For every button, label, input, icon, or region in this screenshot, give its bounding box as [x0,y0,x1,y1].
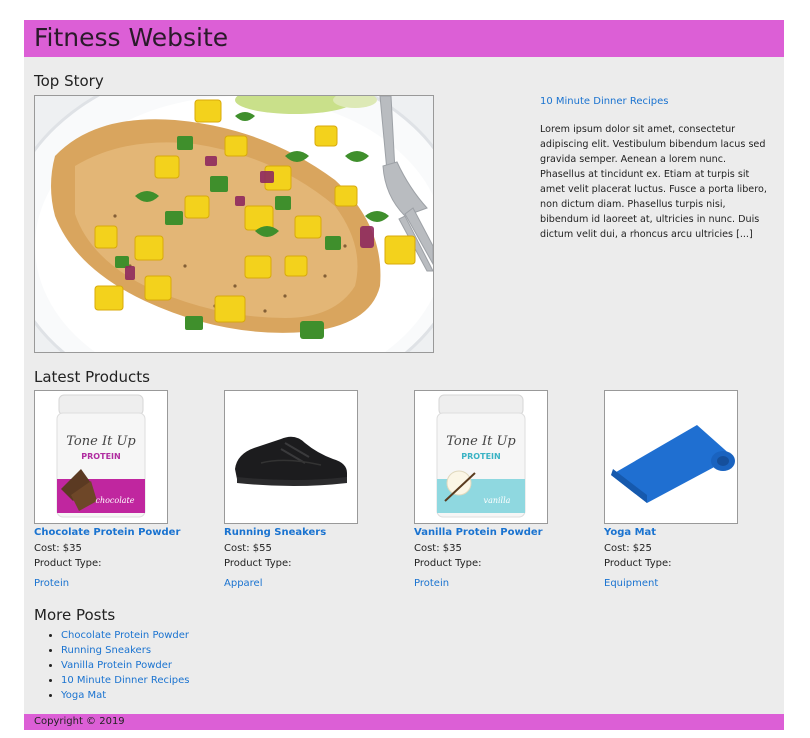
product-card: Tone It Up PROTEIN chocolate Chocolate P… [34,390,214,591]
post-link[interactable]: 10 Minute Dinner Recipes [61,675,189,686]
product-cost: Cost: $35 [414,543,462,554]
list-item: Chocolate Protein Powder [61,628,189,643]
product-name[interactable]: Chocolate Protein Powder [34,525,214,541]
product-cost: Cost: $25 [604,543,652,554]
chicken-salsa-plate-image [35,96,433,352]
product-cost: Cost: $55 [224,543,272,554]
svg-text:PROTEIN: PROTEIN [461,452,500,461]
copyright-text: Copyright © 2019 [34,716,125,727]
product-type-label: Product Type: [224,558,292,569]
product-name[interactable]: Vanilla Protein Powder [414,525,594,541]
post-link[interactable]: Vanilla Protein Powder [61,660,172,671]
svg-text:Tone It Up: Tone It Up [446,434,516,449]
list-item: Running Sneakers [61,643,189,658]
sneaker-image [225,391,357,523]
list-item: Vanilla Protein Powder [61,658,189,673]
product-card: Tone It Up PROTEIN vanilla Vanilla Prote… [414,390,594,591]
product-image-sneakers[interactable] [224,390,358,524]
yoga-mat-image [605,391,737,523]
chocolate-protein-tub-image: Tone It Up PROTEIN chocolate [35,391,167,523]
latest-products-heading: Latest Products [34,368,150,386]
more-posts-list: Chocolate Protein Powder Running Sneaker… [42,628,189,703]
product-type-link[interactable]: Equipment [604,578,658,589]
svg-text:PROTEIN: PROTEIN [81,452,120,461]
top-story-excerpt: Lorem ipsum dolor sit amet, consectetur … [540,124,767,240]
product-type-label: Product Type: [604,558,672,569]
site-footer: Copyright © 2019 [24,714,784,730]
page-container: Fitness Website Top Story 10 Minute Dinn… [24,20,784,730]
product-type-label: Product Type: [34,558,102,569]
product-name[interactable]: Running Sneakers [224,525,404,541]
post-link[interactable]: Chocolate Protein Powder [61,630,189,641]
top-story-heading: Top Story [34,72,104,90]
product-name[interactable]: Yoga Mat [604,525,784,541]
product-type-link[interactable]: Protein [34,578,69,589]
more-posts-heading: More Posts [34,606,116,624]
product-type-link[interactable]: Apparel [224,578,263,589]
product-type-label: Product Type: [414,558,482,569]
top-story-image[interactable] [34,95,434,353]
site-title[interactable]: Fitness Website [34,22,228,54]
svg-text:vanilla: vanilla [484,496,511,505]
list-item: Yoga Mat [61,688,189,703]
product-image-yoga-mat[interactable] [604,390,738,524]
post-link[interactable]: Yoga Mat [61,690,106,701]
svg-text:chocolate: chocolate [95,496,134,505]
post-link[interactable]: Running Sneakers [61,645,151,656]
top-story-link[interactable]: 10 Minute Dinner Recipes [540,96,668,107]
product-image-chocolate[interactable]: Tone It Up PROTEIN chocolate [34,390,168,524]
product-card: Yoga Mat Cost: $25 Product Type: Equipme… [604,390,784,591]
product-card: Running Sneakers Cost: $55 Product Type:… [224,390,404,591]
product-type-link[interactable]: Protein [414,578,449,589]
product-cost: Cost: $35 [34,543,82,554]
product-image-vanilla[interactable]: Tone It Up PROTEIN vanilla [414,390,548,524]
list-item: 10 Minute Dinner Recipes [61,673,189,688]
vanilla-protein-tub-image: Tone It Up PROTEIN vanilla [415,391,547,523]
site-header: Fitness Website [24,20,784,57]
svg-text:Tone It Up: Tone It Up [66,434,136,449]
